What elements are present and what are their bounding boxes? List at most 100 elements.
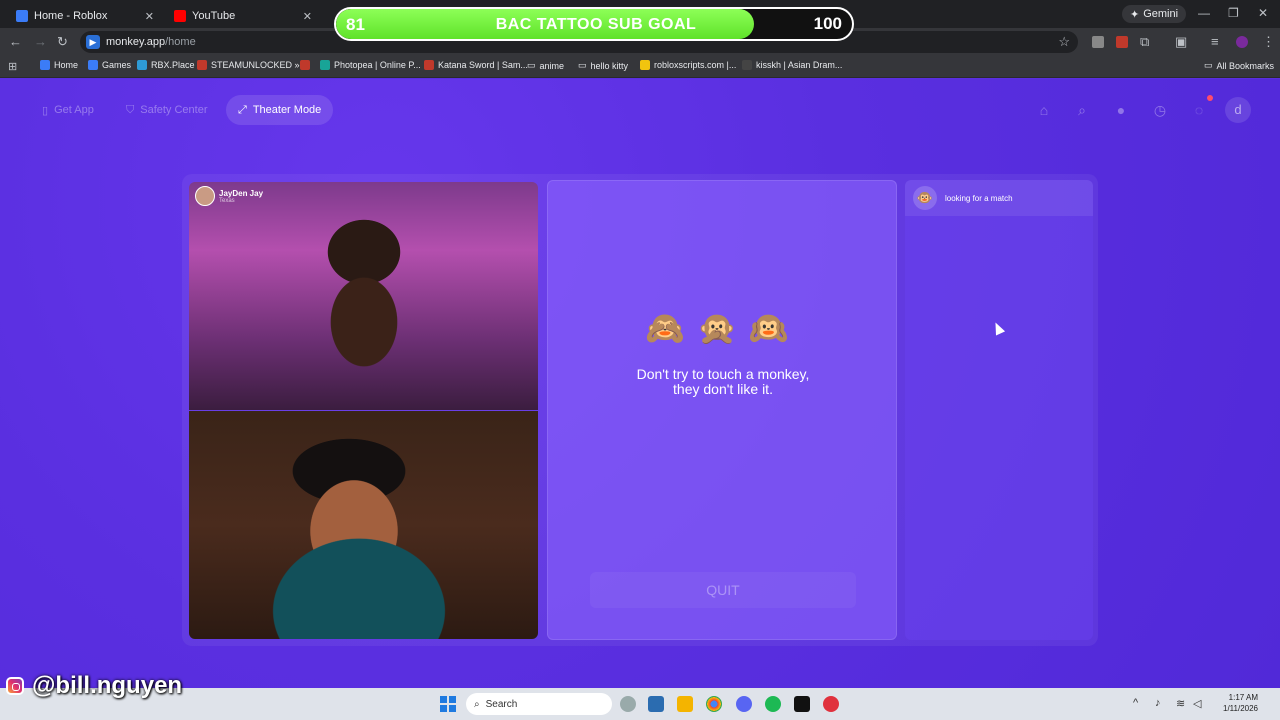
bookmark-label: RBX.Place xyxy=(151,60,195,70)
file-explorer-icon[interactable] xyxy=(677,696,693,712)
forward-icon[interactable]: → xyxy=(34,34,47,50)
wifi-icon[interactable]: ≋ xyxy=(1176,697,1185,710)
bookmark-katana[interactable]: Katana Sword | Sam... xyxy=(424,60,528,70)
side-panel-icon[interactable]: ▣ xyxy=(1175,34,1187,50)
apps-grid-icon[interactable]: ⊞ xyxy=(8,59,17,75)
mouse-app-icon[interactable] xyxy=(620,696,636,712)
gemini-button[interactable]: ✦ Gemini xyxy=(1122,5,1187,23)
bookmark-icon xyxy=(300,60,310,70)
bookmark-label: robloxscripts.com |... xyxy=(654,60,737,70)
back-icon[interactable]: ← xyxy=(9,34,22,50)
chat-panel: 🐵 looking for a match xyxy=(905,180,1093,640)
puzzle-icon[interactable]: ⧉ xyxy=(1140,34,1149,50)
sub-goal-target: 100 xyxy=(813,14,842,33)
bookmark-label: Photopea | Online P... xyxy=(334,60,421,70)
windows-taskbar: ⌕ Search ^ ♪ ≋ ◁ 1:17 AM 1/11/2026 xyxy=(0,688,1280,720)
bookmark-red[interactable] xyxy=(300,60,310,70)
clock-time: 1:17 AM xyxy=(1228,693,1258,702)
bookmark-games[interactable]: Games xyxy=(88,60,131,70)
expand-icon: ⤢ xyxy=(238,103,247,116)
all-bookmarks[interactable]: ▭ All Bookmarks xyxy=(1204,60,1274,71)
monkey-icon: 🐵 xyxy=(913,186,937,210)
message-line: they don't like it. xyxy=(673,381,773,397)
monkey-message: Don't try to touch a monkey, they don't … xyxy=(548,367,898,397)
bookmark-kisskh[interactable]: kisskh | Asian Dram... xyxy=(742,60,842,70)
discord-icon[interactable] xyxy=(736,696,752,712)
caller-avatar xyxy=(195,186,215,206)
bookmark-hello-kitty[interactable]: ▭ hello kitty xyxy=(578,60,628,71)
tab-roblox[interactable]: Home - Roblox ✕ xyxy=(8,4,162,28)
katana-icon xyxy=(424,60,434,70)
app-icon[interactable] xyxy=(648,696,664,712)
local-video-feed xyxy=(189,411,538,639)
scripts-icon xyxy=(640,60,650,70)
bookmark-anime[interactable]: ▭ anime xyxy=(527,60,564,71)
theater-mode-button[interactable]: ⤢ Theater Mode xyxy=(226,95,334,125)
match-panel: 🙈🙊🙉 Don't try to touch a monkey, they do… xyxy=(547,180,897,640)
bookmark-label: Home xyxy=(54,60,79,70)
clock[interactable]: 1:17 AM 1/11/2026 xyxy=(1210,692,1258,714)
sub-goal-bar: 81 BAC TATTOO SUB GOAL 100 xyxy=(334,7,854,41)
avatar[interactable]: d xyxy=(1225,97,1251,123)
profile-icon[interactable] xyxy=(1236,36,1248,48)
bookmark-rbxplace[interactable]: RBX.Place xyxy=(137,60,195,70)
bookmark-label: STEAMUNLOCKED »... xyxy=(211,60,308,70)
tab-youtube[interactable]: YouTube ✕ xyxy=(166,4,320,28)
search-icon: ⌕ xyxy=(474,698,480,710)
chat-icon[interactable]: ◌ xyxy=(1190,101,1208,119)
kisskh-icon xyxy=(742,60,752,70)
media-icon[interactable]: ≡ xyxy=(1211,34,1219,50)
bookmark-label: kisskh | Asian Dram... xyxy=(756,60,843,70)
quit-button[interactable]: QUIT xyxy=(590,572,856,608)
bookmark-home[interactable]: Home xyxy=(40,60,78,70)
opera-icon[interactable] xyxy=(823,696,839,712)
taskbar-search[interactable]: ⌕ Search xyxy=(466,693,612,715)
shield-icon: ⛉ xyxy=(126,103,135,116)
coin-icon[interactable]: ● xyxy=(1112,101,1130,119)
bookmark-steamunlocked[interactable]: STEAMUNLOCKED »... xyxy=(197,60,307,70)
restore-icon[interactable]: ❐ xyxy=(1228,6,1239,20)
close-icon[interactable]: ✕ xyxy=(303,10,312,23)
extension-icon[interactable] xyxy=(1092,36,1104,48)
shop-icon[interactable]: ⌂ xyxy=(1035,101,1053,119)
bookmark-label: All Bookmarks xyxy=(1216,60,1275,71)
safety-center-button[interactable]: ⛉ Safety Center xyxy=(114,95,220,125)
tab-label: Home - Roblox xyxy=(34,10,108,22)
search-placeholder: Search xyxy=(485,698,518,710)
get-app-button[interactable]: ▯ Get App xyxy=(30,95,106,125)
caller-location: Texas xyxy=(219,197,235,204)
url-path: /home xyxy=(165,36,196,48)
watermark: @bill.nguyen xyxy=(6,672,182,700)
roblox-icon xyxy=(16,10,28,22)
extension-icon[interactable] xyxy=(1116,36,1128,48)
clock-date: 1/11/2026 xyxy=(1223,704,1258,713)
menu-icon[interactable]: ⋮ xyxy=(1262,34,1275,50)
chrome-icon[interactable] xyxy=(706,696,722,712)
close-icon[interactable]: ✕ xyxy=(145,10,154,23)
remote-video: JayDen Jay Texas xyxy=(189,182,538,410)
bookmark-robloxscripts[interactable]: robloxscripts.com |... xyxy=(640,60,736,70)
star-icon[interactable]: ☆ xyxy=(1058,34,1070,50)
search-icon[interactable]: ⌕ xyxy=(1073,101,1091,119)
microphone-icon[interactable]: ♪ xyxy=(1155,697,1161,709)
site-icon: ▶ xyxy=(86,35,100,49)
history-icon[interactable]: ◷ xyxy=(1151,101,1169,119)
folder-icon: ▭ xyxy=(527,60,536,70)
chat-header: 🐵 looking for a match xyxy=(905,180,1093,216)
bookmark-photopea[interactable]: Photopea | Online P... xyxy=(320,60,421,70)
spotify-icon[interactable] xyxy=(765,696,781,712)
reload-icon[interactable]: ↻ xyxy=(57,34,68,50)
safety-center-label: Safety Center xyxy=(140,104,208,116)
roblox-icon xyxy=(88,60,98,70)
bookmark-label: anime xyxy=(539,60,565,71)
chevron-up-icon[interactable]: ^ xyxy=(1133,697,1138,709)
minimize-icon[interactable]: — xyxy=(1198,6,1210,20)
bookmark-label: hello kitty xyxy=(590,60,629,71)
rbx-icon xyxy=(137,60,147,70)
watermark-handle: @bill.nguyen xyxy=(32,672,183,699)
start-icon[interactable] xyxy=(440,696,456,712)
app-icon[interactable] xyxy=(794,696,810,712)
volume-icon[interactable]: ◁ xyxy=(1193,697,1201,710)
window-close-icon[interactable]: ✕ xyxy=(1258,6,1268,20)
bookmark-label: Games xyxy=(102,60,132,70)
